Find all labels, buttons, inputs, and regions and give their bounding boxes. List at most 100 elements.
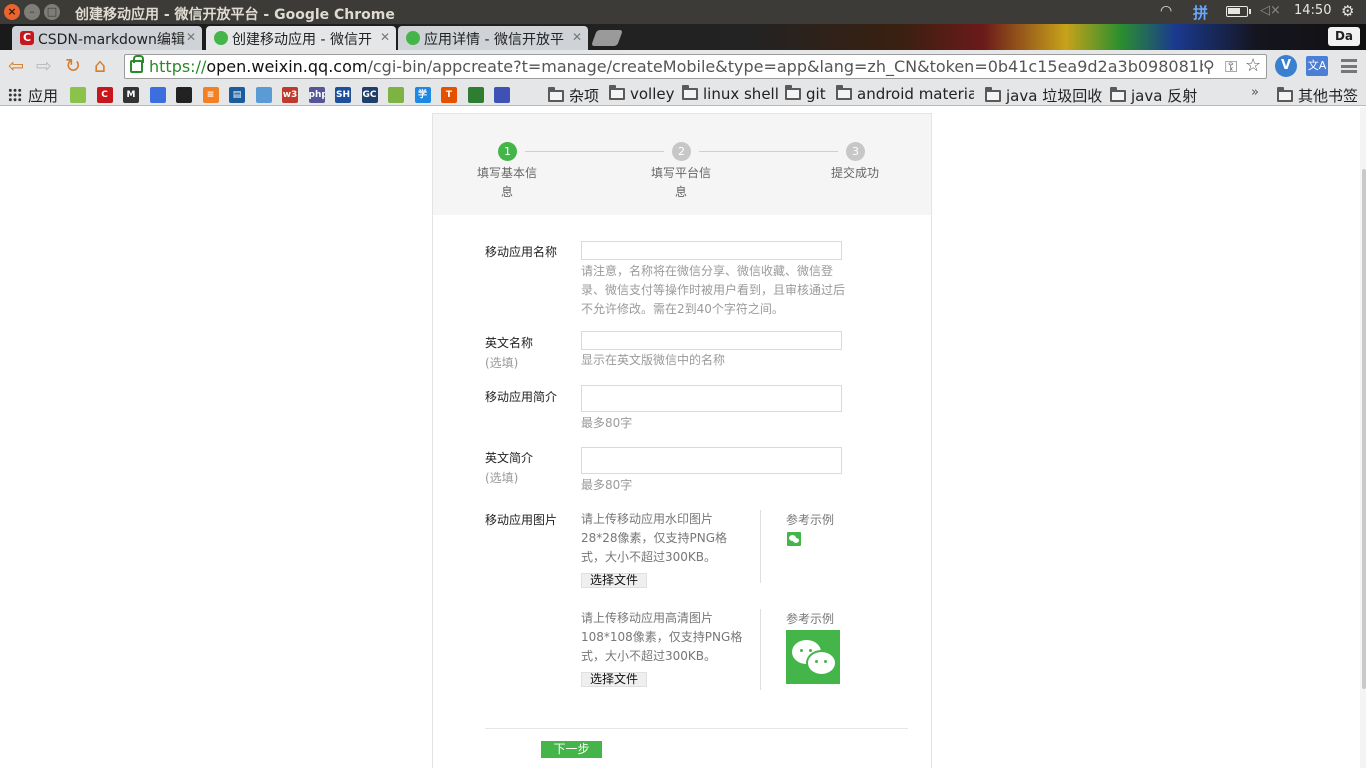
- lock-icon[interactable]: [130, 55, 144, 73]
- bookmark-site-cloud-icon[interactable]: [255, 87, 272, 103]
- folder-icon: [548, 87, 564, 102]
- reload-icon[interactable]: ↻: [65, 56, 81, 76]
- bookmark-xue-icon[interactable]: 学: [414, 87, 431, 103]
- home-icon[interactable]: ⌂: [94, 56, 106, 76]
- bookmark-green-icon[interactable]: [388, 87, 404, 103]
- bookmark-shell-icon[interactable]: SH: [335, 87, 351, 103]
- reference-example-label: 参考示例: [786, 612, 835, 626]
- bookmark-folder-other[interactable]: 其他书签: [1277, 85, 1358, 106]
- app-intro-tip: 最多80字: [581, 416, 633, 430]
- extension-v-icon[interactable]: V: [1275, 55, 1297, 77]
- hd-image-tip: 请上传移动应用高清图片108*108像素，仅支持PNG格式，大小不超过300KB…: [581, 611, 743, 663]
- folder-icon: [785, 85, 801, 100]
- key-icon[interactable]: ⚿: [1225, 57, 1237, 77]
- tab-create-mobile-app[interactable]: 创建移动应用 - 微信开 ✕: [206, 26, 396, 50]
- bookmark-folder-java-gc[interactable]: java 垃圾回收: [985, 85, 1102, 106]
- bookmark-folder-android-material[interactable]: android material: [836, 85, 974, 103]
- bookmark-nav-icon[interactable]: [149, 87, 166, 103]
- clock[interactable]: 14:50: [1294, 3, 1331, 18]
- next-step-button[interactable]: 下一步: [541, 741, 602, 758]
- url-host: open.weixin.qq.com: [206, 57, 368, 76]
- app-name-tip: 请注意，名称将在微信分享、微信收藏、微信登录、微信支付等操作时被用户看到，且审核…: [581, 264, 846, 316]
- input-method-indicator[interactable]: 拼: [1193, 2, 1208, 23]
- step-progress: 1 2 3 填写基本信息 填写平台信息 提交成功: [433, 114, 931, 215]
- window-maximize-button[interactable]: □: [44, 4, 60, 20]
- app-intro-textarea[interactable]: [581, 385, 842, 412]
- translate-icon[interactable]: 文A: [1306, 56, 1328, 76]
- wifi-icon[interactable]: ◠: [1160, 3, 1172, 19]
- step-3-label: 提交成功: [830, 166, 879, 180]
- step-1-dot: 1: [498, 142, 517, 161]
- gear-icon[interactable]: ⚙: [1341, 2, 1354, 20]
- tab-close-icon[interactable]: ✕: [380, 30, 390, 44]
- bookmark-folder-linux-shell[interactable]: linux shell: [682, 85, 779, 103]
- folder-icon: [682, 85, 698, 100]
- bubble-shape: [808, 652, 835, 674]
- choose-watermark-file-button[interactable]: 选择文件: [581, 573, 648, 588]
- bookmark-t-icon[interactable]: T: [441, 87, 457, 103]
- tab-close-icon[interactable]: ✕: [186, 30, 196, 44]
- step-1-label: 填写基本信息: [477, 166, 538, 199]
- window-minimize-button[interactable]: –: [24, 4, 40, 20]
- apps-grid-icon[interactable]: [8, 88, 22, 102]
- window-close-button[interactable]: ×: [4, 4, 20, 20]
- menu-icon[interactable]: [1341, 59, 1357, 73]
- new-tab-button[interactable]: [591, 30, 623, 46]
- bookmark-folder-java-reflection[interactable]: java 反射: [1110, 85, 1197, 106]
- bookmark-face-icon[interactable]: [494, 87, 510, 103]
- tab-label: CSDN-markdown编辑: [38, 32, 185, 48]
- choose-hd-file-button[interactable]: 选择文件: [581, 672, 648, 687]
- step-connector: [525, 151, 664, 152]
- star-icon[interactable]: ☆: [1245, 55, 1261, 76]
- window-title: 创建移动应用 - 微信开放平台 - Google Chrome: [75, 7, 395, 23]
- address-bar[interactable]: https://open.weixin.qq.com/cgi-bin/appcr…: [124, 54, 1267, 79]
- watermark-image-tip: 请上传移动应用水印图片28*28像素，仅支持PNG格式，大小不超过300KB。: [581, 512, 728, 564]
- forward-arrow-icon[interactable]: ⇨: [36, 56, 52, 76]
- battery-icon[interactable]: [1226, 6, 1251, 17]
- window-titlebar: × – □ 创建移动应用 - 微信开放平台 - Google Chrome ◠ …: [0, 0, 1366, 24]
- bookmark-folder-git[interactable]: git: [785, 85, 826, 103]
- url-text[interactable]: https://open.weixin.qq.com/cgi-bin/appcr…: [149, 57, 1203, 76]
- profile-button[interactable]: Da: [1328, 27, 1360, 46]
- folder-icon: [985, 87, 1001, 102]
- volume-muted-icon[interactable]: ◁×: [1260, 3, 1281, 18]
- bubble-eye: [809, 649, 812, 652]
- bubble-eye: [815, 660, 818, 663]
- english-intro-textarea[interactable]: [581, 447, 842, 474]
- bookmarks-overflow-chevron-icon[interactable]: »: [1251, 85, 1259, 100]
- app-name-input[interactable]: [581, 241, 842, 260]
- tab-close-icon[interactable]: ✕: [572, 30, 582, 44]
- bookmark-folder-volley[interactable]: volley: [609, 85, 675, 103]
- page-viewport: 1 2 3 填写基本信息 填写平台信息 提交成功 移动应用名称 请注意，名称将在…: [0, 107, 1366, 768]
- tab-app-details[interactable]: 应用详情 - 微信开放平 ✕: [398, 26, 588, 50]
- bookmark-github-icon[interactable]: [176, 87, 192, 103]
- bookmark-site-blue-icon[interactable]: ▤: [229, 87, 245, 103]
- bookmark-php-icon[interactable]: php: [308, 87, 325, 103]
- bookmark-m-icon[interactable]: M: [123, 87, 139, 103]
- wechat-favicon-icon: [406, 31, 420, 45]
- step-2-dot: 2: [672, 142, 691, 161]
- english-intro-tip: 最多80字: [581, 478, 633, 492]
- csdn-favicon-icon: C: [20, 31, 34, 45]
- back-arrow-icon[interactable]: ⇦: [8, 56, 24, 76]
- bookmarks-bar: 应用 杂项 volley linux shell git android mat…: [0, 83, 1366, 106]
- tab-csdn-markdown[interactable]: C CSDN-markdown编辑 ✕: [12, 26, 202, 50]
- bookmark-w3-icon[interactable]: w3: [282, 87, 298, 103]
- app-intro-label: 移动应用简介: [485, 390, 558, 404]
- folder-icon: [1110, 87, 1126, 102]
- form-divider: [485, 728, 908, 729]
- bookmark-folder-misc[interactable]: 杂项: [548, 85, 599, 106]
- bookmark-apps[interactable]: 应用: [28, 85, 58, 106]
- bookmark-circle-icon[interactable]: [467, 87, 484, 103]
- bookmark-csdn-icon[interactable]: C: [96, 87, 113, 103]
- wechat-large-example-icon: [786, 630, 840, 684]
- app-name-label: 移动应用名称: [485, 245, 558, 259]
- zoom-icon[interactable]: ⚲: [1203, 57, 1215, 76]
- bookmark-android-icon[interactable]: [70, 87, 86, 103]
- english-name-input[interactable]: [581, 331, 842, 350]
- scrollbar-thumb[interactable]: [1362, 169, 1366, 689]
- folder-icon: [609, 85, 625, 100]
- bookmark-gc-icon[interactable]: GC: [361, 87, 378, 103]
- divider: [760, 609, 761, 690]
- bookmark-stackoverflow-icon[interactable]: ≡: [202, 87, 219, 103]
